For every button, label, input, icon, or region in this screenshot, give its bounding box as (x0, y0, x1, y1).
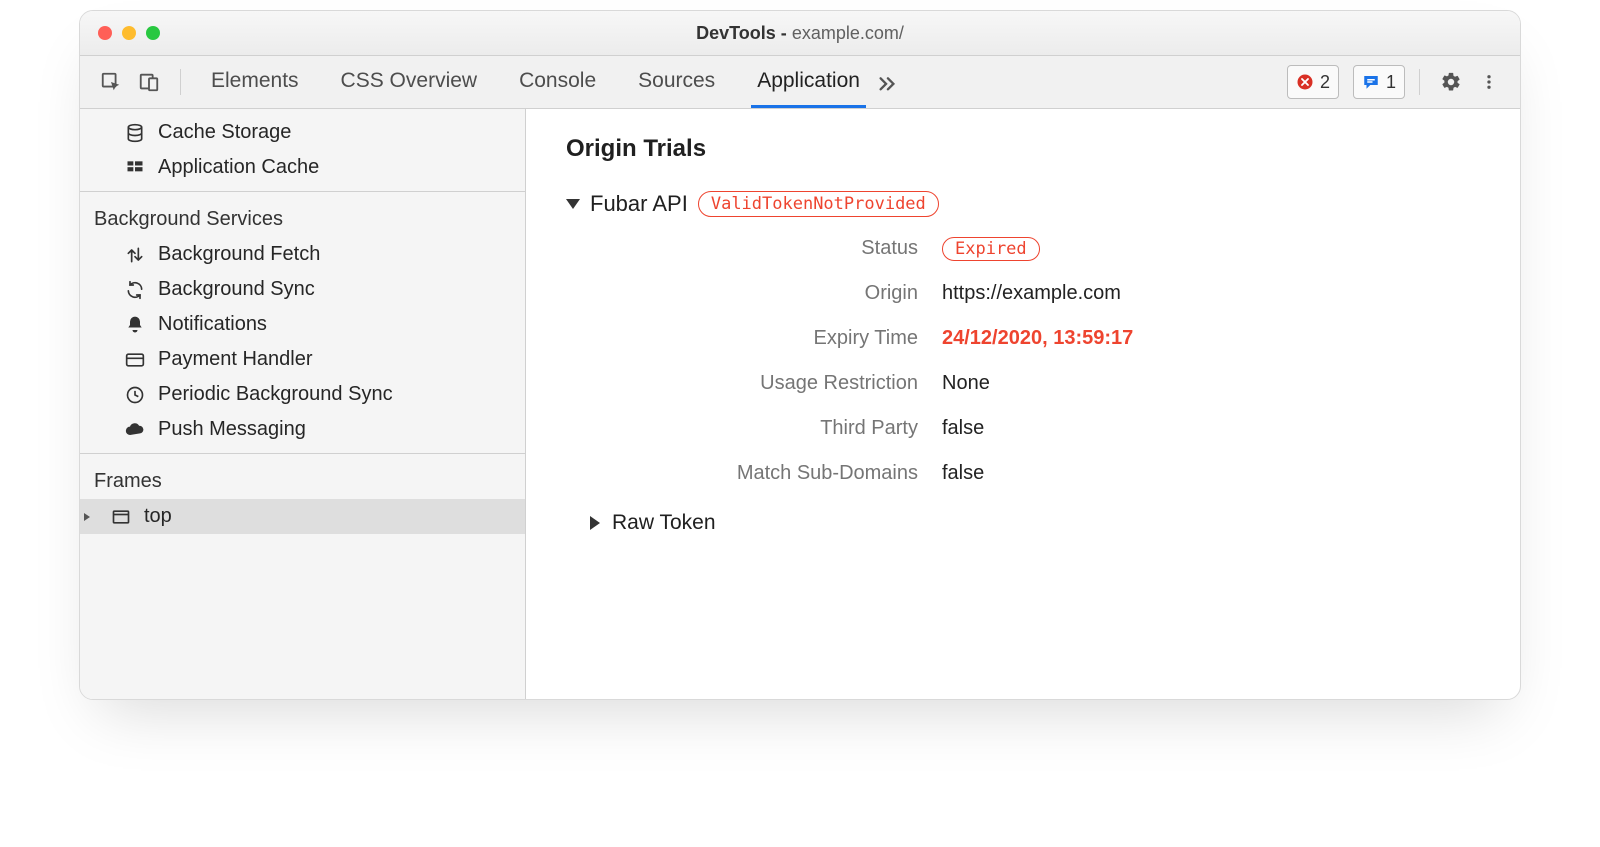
close-window-button[interactable] (98, 26, 112, 40)
message-icon (1362, 73, 1380, 91)
window-title: DevTools - example.com/ (80, 23, 1520, 44)
titlebar: DevTools - example.com/ (80, 11, 1520, 56)
errors-badge[interactable]: 2 (1287, 65, 1339, 99)
devtools-toolbar: Elements CSS Overview Console Sources Ap… (80, 56, 1520, 109)
disclosure-triangle-icon[interactable] (566, 199, 580, 209)
status-label: Status (618, 237, 918, 260)
application-sidebar: Cache Storage Application Cache Backgrou… (80, 109, 526, 699)
expiry-label: Expiry Time (618, 327, 918, 350)
origin-label: Origin (618, 282, 918, 305)
database-icon (124, 123, 146, 143)
usage-value: None (942, 372, 1480, 395)
sidebar-group-title: Frames (80, 460, 525, 499)
raw-token-label: Raw Token (612, 511, 716, 535)
tab-elements[interactable]: Elements (205, 56, 305, 108)
updown-arrows-icon (124, 245, 146, 265)
clock-icon (124, 385, 146, 405)
trial-header[interactable]: Fubar API ValidTokenNotProvided (566, 191, 1480, 217)
usage-label: Usage Restriction (618, 372, 918, 395)
more-options-icon[interactable] (1472, 65, 1506, 99)
cloud-icon (124, 420, 146, 440)
bell-icon (124, 315, 146, 335)
tab-console[interactable]: Console (513, 56, 602, 108)
errors-count: 2 (1320, 72, 1330, 93)
sidebar-item-label: Periodic Background Sync (158, 383, 393, 406)
token-status-badge: ValidTokenNotProvided (698, 191, 939, 217)
devtools-window: DevTools - example.com/ Elements CSS Ove… (79, 10, 1521, 700)
third-party-label: Third Party (618, 417, 918, 440)
tab-sources[interactable]: Sources (632, 56, 721, 108)
sidebar-item-background-fetch[interactable]: Background Fetch (80, 237, 525, 272)
sync-icon (124, 280, 146, 300)
sidebar-group-title: Background Services (80, 198, 525, 237)
minimize-window-button[interactable] (122, 26, 136, 40)
sidebar-group-frames: Frames top (80, 453, 525, 540)
more-tabs-icon[interactable] (870, 71, 904, 93)
tab-application[interactable]: Application (751, 56, 866, 108)
sidebar-item-label: Payment Handler (158, 348, 313, 371)
window-controls (80, 26, 160, 40)
sidebar-item-label: Cache Storage (158, 121, 291, 144)
raw-token-row[interactable]: Raw Token (588, 511, 1480, 535)
sidebar-item-label: Push Messaging (158, 418, 306, 441)
error-icon (1296, 73, 1314, 91)
sidebar-item-label: Application Cache (158, 156, 319, 179)
window-title-url: example.com/ (792, 23, 904, 43)
sidebar-item-periodic-sync[interactable]: Periodic Background Sync (80, 377, 525, 412)
sidebar-group-bg-services: Background Services Background Fetch (80, 191, 525, 453)
zoom-window-button[interactable] (146, 26, 160, 40)
settings-icon[interactable] (1434, 65, 1468, 99)
disclosure-triangle-icon[interactable] (590, 516, 600, 530)
sidebar-item-push-messaging[interactable]: Push Messaging (80, 412, 525, 447)
panel-tabs: Elements CSS Overview Console Sources Ap… (205, 56, 866, 108)
status-badge: Expired (942, 237, 1040, 261)
sidebar-item-label: Background Fetch (158, 243, 320, 266)
trial-details-grid: Status Expired Origin https://example.co… (618, 237, 1480, 485)
sidebar-item-payment-handler[interactable]: Payment Handler (80, 342, 525, 377)
device-toolbar-icon[interactable] (132, 65, 166, 99)
origin-value: https://example.com (942, 282, 1480, 305)
sidebar-item-frame-top[interactable]: top (80, 499, 525, 534)
sidebar-group-cache: Cache Storage Application Cache (80, 109, 525, 191)
sidebar-item-label: Notifications (158, 313, 267, 336)
sidebar-item-cache-storage[interactable]: Cache Storage (80, 115, 525, 150)
inspect-element-icon[interactable] (94, 65, 128, 99)
issues-badge[interactable]: 1 (1353, 65, 1405, 99)
trial-name: Fubar API (590, 191, 688, 217)
sidebar-item-application-cache[interactable]: Application Cache (80, 150, 525, 185)
sidebar-item-background-sync[interactable]: Background Sync (80, 272, 525, 307)
expiry-value: 24/12/2020, 13:59:17 (942, 327, 1480, 350)
sidebar-item-label: top (144, 505, 172, 528)
issues-count: 1 (1386, 72, 1396, 93)
panel-heading: Origin Trials (566, 135, 1480, 163)
toolbar-separator (180, 69, 181, 95)
credit-card-icon (124, 350, 146, 370)
toolbar-separator-2 (1419, 69, 1420, 95)
panel-body: Cache Storage Application Cache Backgrou… (80, 109, 1520, 699)
third-party-value: false (942, 417, 1480, 440)
frame-icon (110, 507, 132, 527)
disclosure-triangle-icon[interactable] (82, 512, 96, 522)
sidebar-item-notifications[interactable]: Notifications (80, 307, 525, 342)
origin-trials-panel: Origin Trials Fubar API ValidTokenNotPro… (526, 109, 1520, 699)
tab-css-overview[interactable]: CSS Overview (335, 56, 484, 108)
subdomains-value: false (942, 462, 1480, 485)
status-value: Expired (942, 237, 1480, 260)
window-title-app: DevTools - (696, 23, 792, 43)
subdomains-label: Match Sub-Domains (618, 462, 918, 485)
sidebar-item-label: Background Sync (158, 278, 315, 301)
grid-icon (124, 158, 146, 178)
